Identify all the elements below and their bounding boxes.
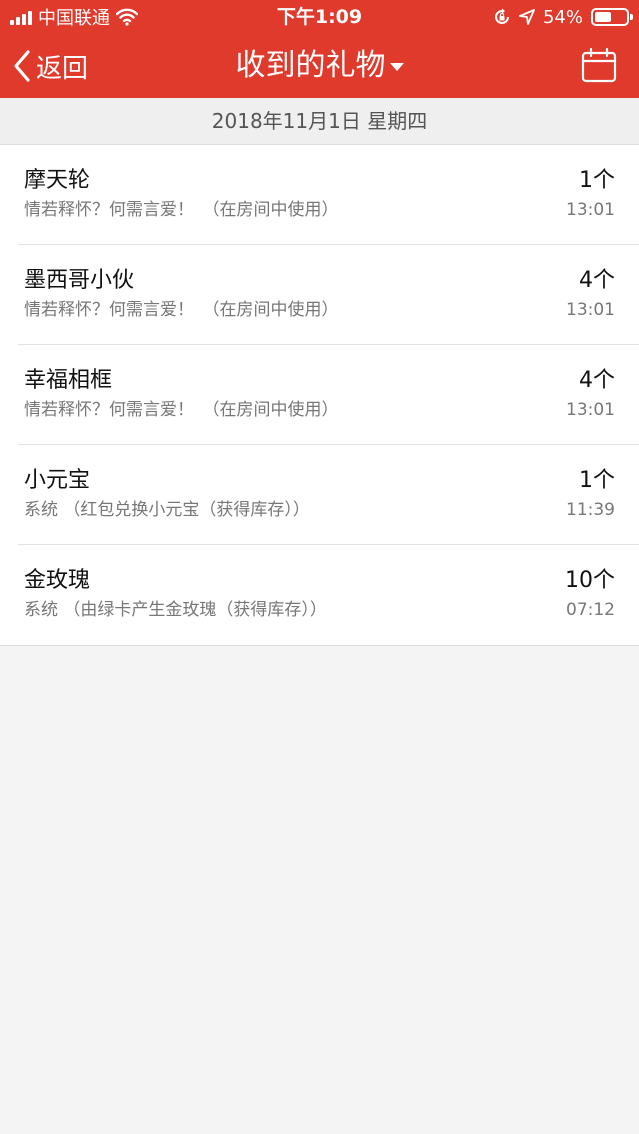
- calendar-icon[interactable]: [581, 48, 617, 84]
- gift-description: 系统 （由绿卡产生金玫瑰（获得库存））: [24, 600, 327, 620]
- app-header: 中国联通 下午1:09 54% 返回 收到的礼物: [0, 0, 639, 98]
- battery-fill: [595, 12, 611, 22]
- gift-description: 情若释怀？何需言爱！ （在房间中使用）: [24, 300, 339, 320]
- list-item[interactable]: 小元宝 系统 （红包兑换小元宝（获得库存）） 1个 11:39: [18, 445, 639, 545]
- status-bar: 中国联通 下午1:09 54%: [0, 0, 639, 34]
- gift-name: 金玫瑰: [24, 568, 91, 593]
- battery-icon: [591, 8, 633, 26]
- page-title: 收到的礼物: [235, 48, 386, 83]
- gift-description: 情若释怀？何需言爱！ （在房间中使用）: [24, 400, 339, 420]
- gift-time: 11:39: [566, 500, 615, 520]
- list-item[interactable]: 摩天轮 情若释怀？何需言爱！ （在房间中使用） 1个 13:01: [18, 145, 639, 245]
- gift-count: 10个: [565, 568, 615, 593]
- list-item[interactable]: 金玫瑰 系统 （由绿卡产生金玫瑰（获得库存）） 10个 07:12: [18, 545, 639, 645]
- gift-count: 1个: [579, 168, 615, 193]
- gift-name: 墨西哥小伙: [24, 268, 135, 293]
- list-item[interactable]: 幸福相框 情若释怀？何需言爱！ （在房间中使用） 4个 13:01: [18, 345, 639, 445]
- gift-name: 幸福相框: [24, 368, 113, 393]
- gift-time: 07:12: [566, 600, 615, 620]
- gift-count: 1个: [579, 468, 615, 493]
- gift-time: 13:01: [566, 200, 615, 220]
- date-header: 2018年11月1日 星期四: [0, 98, 639, 145]
- orientation-lock-icon: [495, 8, 509, 24]
- gift-description: 情若释怀？何需言爱！ （在房间中使用）: [24, 200, 339, 220]
- gift-time: 13:01: [566, 300, 615, 320]
- gift-time: 13:01: [566, 400, 615, 420]
- gift-name: 小元宝: [24, 468, 91, 493]
- status-right: 54%: [493, 4, 633, 30]
- location-icon: [519, 9, 535, 25]
- gift-name: 摩天轮: [24, 168, 91, 193]
- gift-count: 4个: [579, 268, 615, 293]
- gift-count: 4个: [579, 368, 615, 393]
- battery-percent: 54%: [542, 6, 583, 28]
- page-title-dropdown[interactable]: 收到的礼物: [0, 44, 639, 88]
- gift-list: 摩天轮 情若释怀？何需言爱！ （在房间中使用） 1个 13:01 墨西哥小伙 情…: [0, 145, 639, 646]
- nav-bar: 返回 收到的礼物: [0, 34, 639, 98]
- list-item[interactable]: 墨西哥小伙 情若释怀？何需言爱！ （在房间中使用） 4个 13:01: [18, 245, 639, 345]
- gift-description: 系统 （红包兑换小元宝（获得库存））: [24, 500, 310, 520]
- dropdown-caret-icon: [389, 62, 404, 71]
